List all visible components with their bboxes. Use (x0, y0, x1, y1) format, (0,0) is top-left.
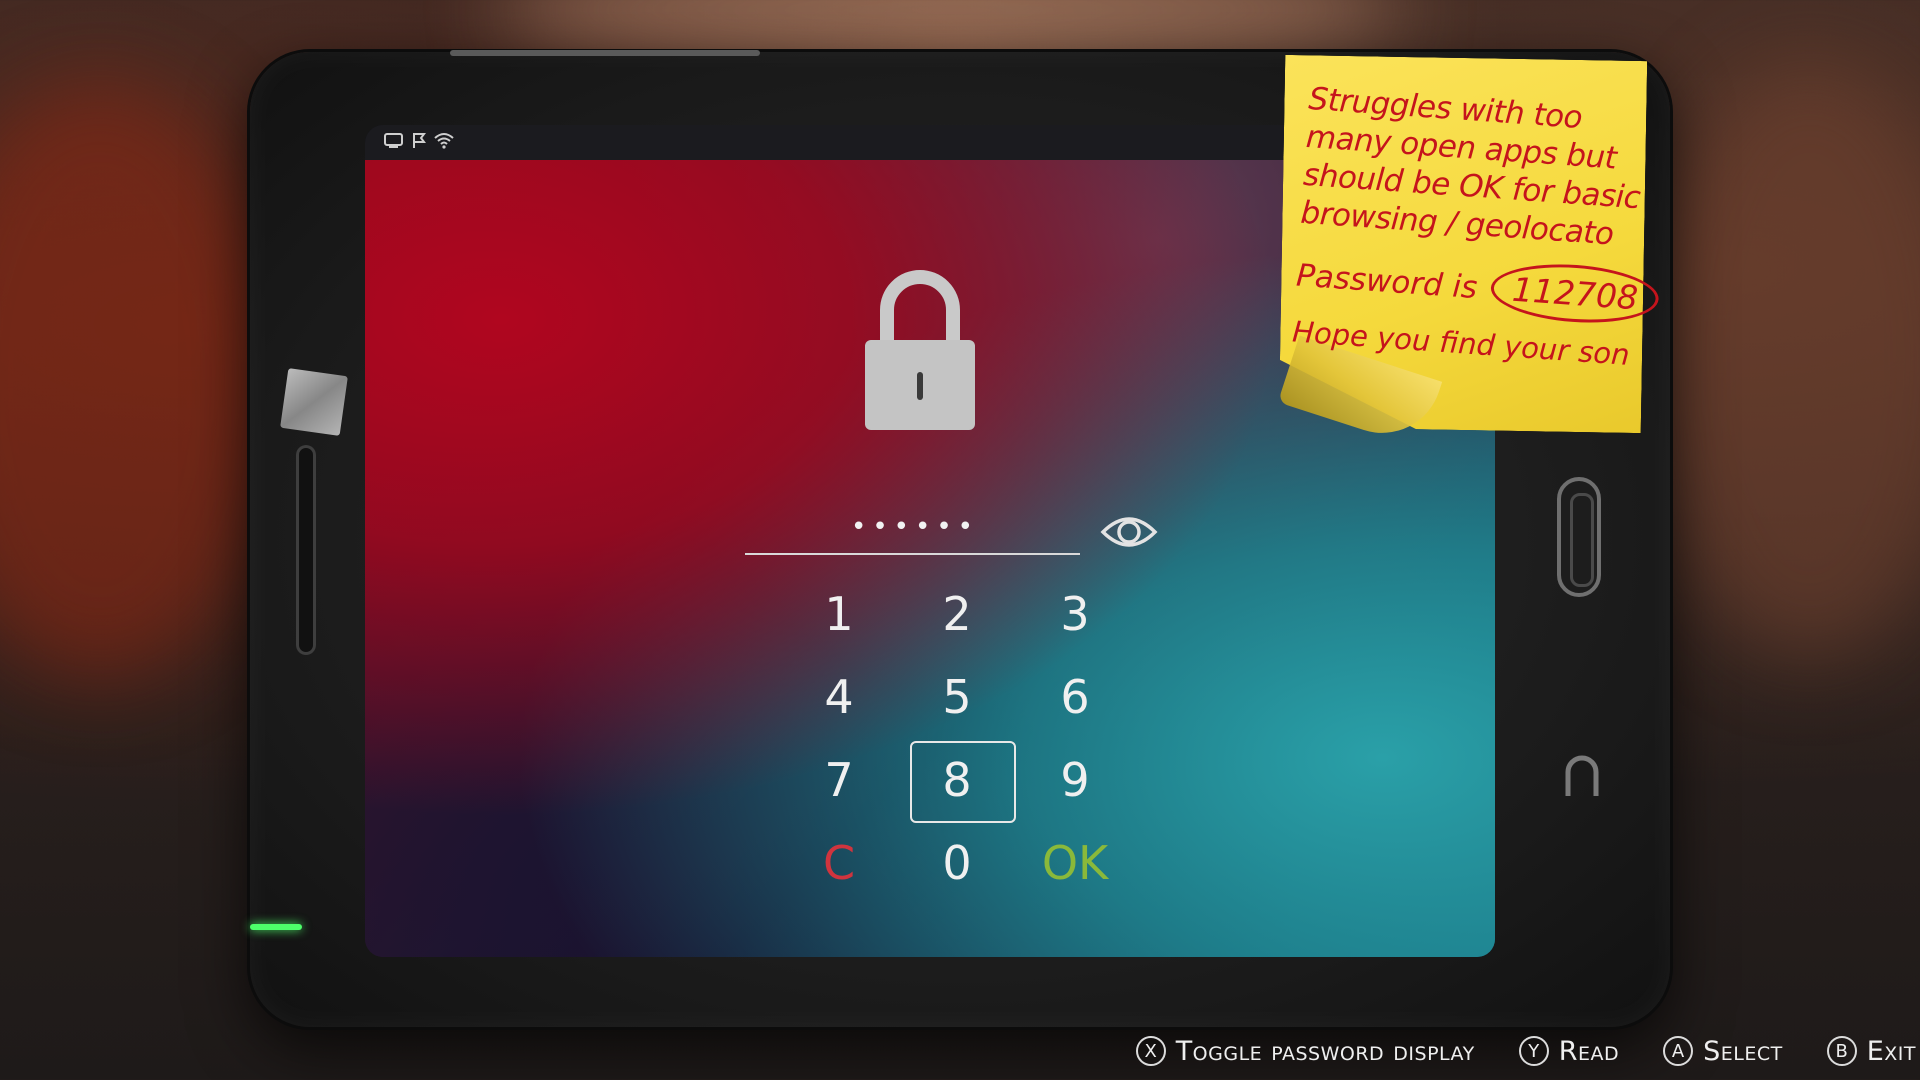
password-underline (745, 553, 1080, 555)
flag-icon (413, 133, 426, 148)
key-2[interactable]: 2 (898, 572, 1016, 655)
prompt-label: Toggle password display (1175, 1035, 1475, 1067)
key-7[interactable]: 7 (780, 738, 898, 821)
y-button-icon: Y (1518, 1036, 1549, 1066)
key-0[interactable]: 0 (898, 821, 1016, 904)
password-field[interactable]: •••••• (745, 505, 1085, 555)
home-button (1557, 477, 1601, 597)
button-prompts: X Toggle password display Y Read A Selec… (1135, 1033, 1916, 1069)
background-blur (1650, 60, 1920, 660)
a-button-icon: A (1663, 1036, 1694, 1066)
key-ok[interactable]: OK (1016, 821, 1134, 904)
wifi-icon (434, 133, 454, 149)
prompt-label: Select (1703, 1035, 1783, 1067)
charging-led (250, 924, 302, 930)
keypad: 1 2 3 4 5 6 7 8 9 C 0 OK (780, 572, 1140, 892)
prompt-label: Exit (1866, 1035, 1916, 1067)
note-password-row: Password is 112708 (1294, 246, 1661, 328)
prompt-toggle-password[interactable]: X Toggle password display (1135, 1035, 1475, 1067)
side-slot (296, 445, 316, 655)
background-blur (0, 80, 280, 680)
key-4[interactable]: 4 (780, 655, 898, 738)
tablet-icon (384, 133, 403, 148)
key-8[interactable]: 8 (898, 738, 1016, 823)
prompt-select[interactable]: A Select (1663, 1036, 1783, 1067)
tape-patch (280, 368, 348, 436)
key-clear[interactable]: C (780, 821, 898, 904)
key-9[interactable]: 9 (1016, 738, 1134, 821)
key-1[interactable]: 1 (780, 572, 898, 655)
b-button-icon: B (1826, 1036, 1857, 1066)
note-password-label: Password is (1295, 257, 1479, 307)
password-mask: •••••• (850, 512, 979, 542)
x-button-icon: X (1135, 1036, 1166, 1066)
prompt-read[interactable]: Y Read (1518, 1035, 1620, 1067)
tablet-top-button (450, 50, 760, 56)
eye-icon[interactable] (1100, 512, 1158, 552)
key-3[interactable]: 3 (1016, 572, 1134, 655)
speaker-grille-icon (1565, 755, 1599, 796)
padlock-icon (865, 270, 975, 430)
prompt-label: Read (1558, 1035, 1620, 1067)
sticky-note-text: Struggles with too many open apps but sh… (1291, 80, 1661, 372)
key-5[interactable]: 5 (898, 655, 1016, 738)
prompt-exit[interactable]: B Exit (1826, 1035, 1916, 1067)
key-6[interactable]: 6 (1016, 655, 1134, 738)
